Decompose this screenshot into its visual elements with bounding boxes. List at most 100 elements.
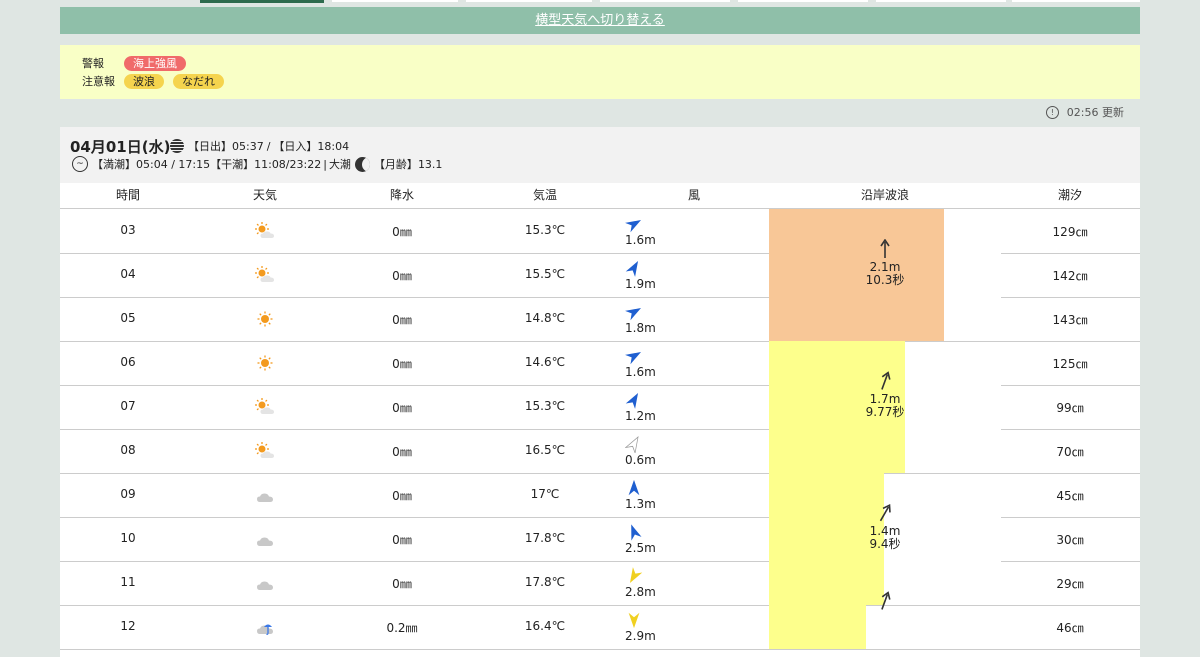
sunrise-icon bbox=[170, 139, 184, 153]
warning-label: 警報 bbox=[82, 57, 104, 70]
forecast-card: 04月01日(水) 【日出】 05:37 / 【日入】 18:04 ~ 【満潮】… bbox=[60, 127, 1140, 657]
wave-label: 1.7m 9.77秒 bbox=[769, 393, 1001, 419]
wind-speed: 1.9m bbox=[625, 277, 656, 291]
temp-cell: 14.8℃ bbox=[524, 311, 566, 325]
wind-arrow-icon bbox=[628, 479, 640, 496]
precip-cell: 0㎜ bbox=[392, 401, 412, 415]
sunny-icon bbox=[254, 310, 276, 328]
forecast-row: 08 0㎜ 16.5℃ 70㎝ 0.6m bbox=[60, 429, 1140, 473]
hour-cell: 12 bbox=[120, 619, 136, 633]
tide-cell: 125㎝ bbox=[1052, 357, 1088, 371]
wind-arrow-icon bbox=[625, 436, 639, 453]
col-wind: 風 bbox=[687, 188, 701, 202]
switch-horizontal-link[interactable]: 横型天気へ切り替える bbox=[535, 13, 665, 28]
wind-arrow-icon bbox=[631, 524, 642, 541]
sunny-cloudy-icon bbox=[254, 222, 276, 240]
forecast-row: 11 0㎜ 17.8℃ 29㎝ 2.8m bbox=[60, 561, 1140, 605]
col-temp: 気温 bbox=[532, 188, 558, 202]
low-tide-label: 【干潮】 bbox=[210, 158, 255, 171]
hour-cell: 05 bbox=[120, 311, 136, 325]
forecast-row: 03 0㎜ 15.3℃ 129㎝ 1.6m bbox=[60, 209, 1140, 253]
wind-arrow-icon bbox=[629, 567, 643, 584]
precip-cell: 0㎜ bbox=[392, 225, 412, 239]
wind-arrow-icon bbox=[625, 219, 642, 233]
moon-icon bbox=[354, 156, 370, 172]
temp-cell: 16.5℃ bbox=[524, 443, 566, 457]
wind-speed: 1.6m bbox=[625, 233, 656, 247]
temp-cell: 14.6℃ bbox=[524, 355, 566, 369]
wind-speed: 2.8m bbox=[625, 585, 656, 599]
wind-arrow-icon bbox=[625, 392, 639, 409]
wind-cell: 2.9m bbox=[625, 611, 665, 645]
col-precip: 降水 bbox=[389, 188, 415, 202]
col-weather: 天気 bbox=[252, 188, 278, 202]
precip-cell: 0㎜ bbox=[392, 269, 412, 283]
temp-cell: 15.3℃ bbox=[524, 223, 566, 237]
tide-cell: 30㎝ bbox=[1056, 533, 1084, 547]
wave-period: 9.77秒 bbox=[865, 405, 905, 419]
tide-cell: 29㎝ bbox=[1056, 577, 1084, 591]
temp-cell: 16.4℃ bbox=[524, 619, 566, 633]
precip-cell: 0㎜ bbox=[392, 445, 412, 459]
advisory-badge: 波浪 bbox=[124, 73, 164, 89]
col-waves: 沿岸波浪 bbox=[860, 188, 910, 202]
cloudy-icon bbox=[254, 574, 276, 592]
hour-cell: 09 bbox=[120, 487, 136, 501]
wind-speed: 1.6m bbox=[625, 365, 656, 379]
wind-cell: 1.8m bbox=[625, 303, 665, 337]
layout-toggle-bar: 横型天気へ切り替える bbox=[60, 7, 1140, 34]
wave-period: 9.4秒 bbox=[869, 537, 901, 551]
low-tide-times: 11:08/23:22 bbox=[254, 157, 322, 171]
hour-cell: 06 bbox=[120, 355, 136, 369]
cloudy-icon bbox=[254, 486, 276, 504]
sunset-label: 【日入】 bbox=[273, 140, 318, 153]
wind-cell: 1.3m bbox=[625, 479, 665, 513]
wave-direction-icon bbox=[881, 371, 891, 390]
advisory-row: 注意報 波浪 なだれ bbox=[82, 73, 233, 89]
wind-cell: 2.5m bbox=[625, 523, 665, 557]
temp-cell: 15.5℃ bbox=[524, 267, 566, 281]
hour-cell: 08 bbox=[120, 443, 136, 457]
sunset-time: 18:04 bbox=[317, 139, 350, 153]
wind-cell: 1.6m bbox=[625, 347, 665, 381]
hour-cell: 11 bbox=[120, 575, 136, 589]
wind-arrow-icon bbox=[625, 307, 642, 321]
cloudy-icon bbox=[254, 530, 276, 548]
hour-cell: 10 bbox=[120, 531, 136, 545]
updated-text: 02:56 更新 bbox=[1066, 106, 1124, 119]
tide-cell: 70㎝ bbox=[1056, 445, 1084, 459]
wave-label: 2.1m 10.3秒 bbox=[769, 261, 1001, 287]
alerts-panel: 警報 海上強風 注意報 波浪 なだれ bbox=[60, 45, 1140, 99]
wind-arrow-icon bbox=[625, 351, 642, 365]
sunny-cloudy-icon bbox=[254, 398, 276, 416]
wave-direction-icon bbox=[881, 591, 891, 610]
tide-cell: 129㎝ bbox=[1052, 225, 1088, 239]
updated-time: ! 02:56 更新 bbox=[1045, 104, 1124, 120]
precip-cell: 0㎜ bbox=[392, 313, 412, 327]
precip-cell: 0㎜ bbox=[392, 357, 412, 371]
temp-cell: 15.3℃ bbox=[524, 399, 566, 413]
hour-cell: 07 bbox=[120, 399, 136, 413]
temp-cell: 17.8℃ bbox=[524, 531, 566, 545]
wave-label: 1.4m 9.4秒 bbox=[769, 525, 1001, 551]
wave-direction-icon bbox=[880, 239, 890, 258]
precip-cell: 0.2㎜ bbox=[386, 621, 418, 635]
col-time: 時間 bbox=[115, 188, 141, 202]
wind-speed: 1.3m bbox=[625, 497, 656, 511]
rain-icon bbox=[254, 618, 276, 636]
tide-icon: ~ bbox=[72, 156, 88, 172]
tide-cell: 142㎝ bbox=[1052, 269, 1088, 283]
sunrise-time: 05:37 bbox=[232, 139, 264, 153]
wind-cell: 1.9m bbox=[625, 259, 665, 293]
wind-speed: 0.6m bbox=[625, 453, 656, 467]
wind-speed: 1.8m bbox=[625, 321, 656, 335]
tide-type: 大潮 bbox=[328, 158, 351, 171]
column-headers: 時間 天気 降水 気温 風 沿岸波浪 潮汐 bbox=[60, 183, 1140, 209]
tide-info: ~ 【満潮】 05:04 / 17:15 【干潮】 11:08/23:22 | … bbox=[72, 156, 442, 172]
forecast-row: 06 0㎜ 14.6℃ 125㎝ 1.6m bbox=[60, 341, 1140, 385]
hour-cell: 04 bbox=[120, 267, 136, 281]
wind-cell: 2.8m bbox=[625, 567, 665, 601]
sunrise-label: 【日出】 bbox=[188, 140, 232, 153]
precip-cell: 0㎜ bbox=[392, 533, 412, 547]
wind-cell: 1.2m bbox=[625, 391, 665, 425]
